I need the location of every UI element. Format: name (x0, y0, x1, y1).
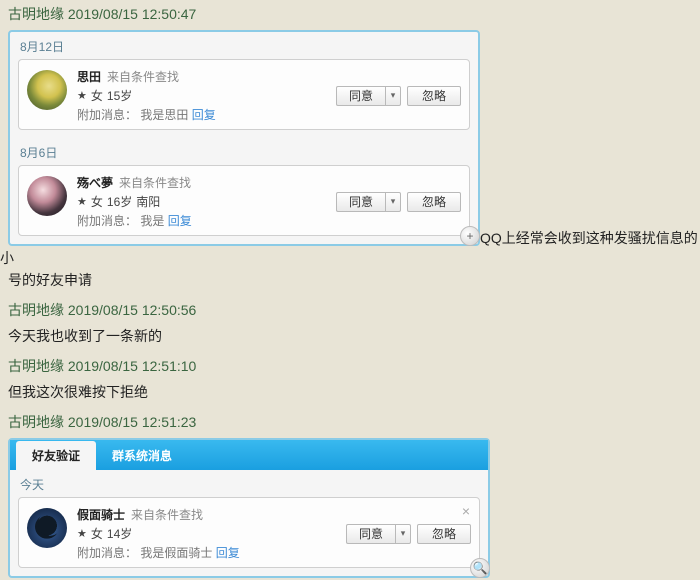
avatar[interactable] (27, 70, 67, 110)
agree-button-label[interactable]: 同意 (336, 86, 385, 106)
request-date: 今天 (10, 470, 488, 497)
chat-header: 古明地缘 2019/08/15 12:50:47 (0, 0, 700, 28)
request-age: 14岁 (107, 525, 132, 542)
request-info: 思田 来自条件查找 ★ 女 15岁 附加消息： 我是思田 回复 (77, 68, 326, 123)
avatar[interactable] (27, 508, 67, 548)
chat-body-text: 今天我也收到了一条新的 (0, 324, 700, 352)
request-source: 来自条件查找 (131, 506, 203, 523)
agree-dropdown-icon[interactable]: ▾ (395, 524, 411, 544)
tab-bar: 好友验证 群系统消息 (10, 440, 488, 470)
close-icon[interactable]: × (459, 504, 473, 518)
request-age: 16岁 (107, 193, 132, 210)
chat-user: 古明地缘 (8, 6, 64, 22)
ignore-button[interactable]: 忽略 (407, 86, 461, 106)
friend-request-panel: 8月12日 思田 来自条件查找 ★ 女 15岁 附加消息： 我是思田 回复 (8, 30, 480, 246)
msg-label: 附加消息： (77, 546, 137, 560)
request-info: 殇べ夢 来自条件查找 ★ 女 16岁 南阳 附加消息： 我是 回复 (77, 174, 326, 229)
chat-time: 2019/08/15 12:50:47 (68, 6, 196, 22)
agree-button[interactable]: 同意 ▾ (346, 524, 411, 544)
request-actions: 同意 ▾ 忽略 (346, 524, 471, 544)
request-username[interactable]: 思田 (77, 68, 101, 85)
agree-button[interactable]: 同意 ▾ (336, 192, 401, 212)
request-location: 南阳 (136, 193, 160, 210)
agree-dropdown-icon[interactable]: ▾ (385, 86, 401, 106)
star-icon: ★ (77, 195, 87, 208)
request-gender: 女 (91, 87, 103, 104)
request-info: 假面骑士 来自条件查找 ★ 女 14岁 附加消息： 我是假面骑士 回复 (77, 506, 336, 561)
chat-header: 古明地缘 2019/08/15 12:51:10 (0, 352, 700, 380)
chat-user: 古明地缘 (8, 414, 64, 430)
avatar[interactable] (27, 176, 67, 216)
msg-text: 我是思田 (140, 108, 188, 122)
friend-request-card: 殇べ夢 来自条件查找 ★ 女 16岁 南阳 附加消息： 我是 回复 (18, 165, 470, 236)
tab-friend-verify[interactable]: 好友验证 (16, 441, 96, 470)
expand-icon[interactable]: + (460, 226, 480, 246)
star-icon: ★ (77, 89, 87, 102)
chat-body-text: 但我这次很难按下拒绝 (0, 380, 700, 408)
ignore-button[interactable]: 忽略 (417, 524, 471, 544)
msg-label: 附加消息： (77, 214, 137, 228)
request-username[interactable]: 殇べ夢 (77, 174, 113, 191)
tab-group-messages[interactable]: 群系统消息 (96, 441, 188, 470)
agree-dropdown-icon[interactable]: ▾ (385, 192, 401, 212)
chat-user: 古明地缘 (8, 358, 64, 374)
friend-request-card: × 假面骑士 来自条件查找 ★ 女 14岁 附加消息： 我是假面骑士 回复 (18, 497, 480, 568)
agree-button[interactable]: 同意 ▾ (336, 86, 401, 106)
agree-button-label[interactable]: 同意 (336, 192, 385, 212)
verification-panel: 好友验证 群系统消息 今天 × 假面骑士 来自条件查找 ★ 女 14岁 附加消息… (8, 438, 490, 578)
msg-text: 我是假面骑士 (140, 546, 212, 560)
request-source: 来自条件查找 (119, 174, 191, 191)
chat-time: 2019/08/15 12:51:10 (68, 358, 196, 374)
friend-request-card: 思田 来自条件查找 ★ 女 15岁 附加消息： 我是思田 回复 同意 (18, 59, 470, 130)
reply-link[interactable]: 回复 (168, 214, 192, 228)
request-gender: 女 (91, 193, 103, 210)
request-age: 15岁 (107, 87, 132, 104)
chat-header: 古明地缘 2019/08/15 12:51:23 (0, 408, 700, 436)
agree-button-label[interactable]: 同意 (346, 524, 395, 544)
chat-header: 古明地缘 2019/08/15 12:50:56 (0, 296, 700, 324)
zoom-icon[interactable]: 🔍 (470, 558, 490, 578)
msg-label: 附加消息： (77, 108, 137, 122)
request-actions: 同意 ▾ 忽略 (336, 192, 461, 212)
chat-body-text: 号的好友申请 (0, 268, 700, 296)
chat-user: 古明地缘 (8, 302, 64, 318)
request-actions: 同意 ▾ 忽略 (336, 86, 461, 106)
request-username[interactable]: 假面骑士 (77, 506, 125, 523)
request-gender: 女 (91, 525, 103, 542)
request-date: 8月12日 (10, 32, 478, 59)
chat-time: 2019/08/15 12:50:56 (68, 302, 196, 318)
request-source: 来自条件查找 (107, 68, 179, 85)
reply-link[interactable]: 回复 (216, 546, 240, 560)
ignore-button[interactable]: 忽略 (407, 192, 461, 212)
msg-text: 我是 (140, 214, 164, 228)
request-date: 8月6日 (10, 138, 478, 165)
reply-link[interactable]: 回复 (192, 108, 216, 122)
chat-time: 2019/08/15 12:51:23 (68, 414, 196, 430)
star-icon: ★ (77, 527, 87, 540)
